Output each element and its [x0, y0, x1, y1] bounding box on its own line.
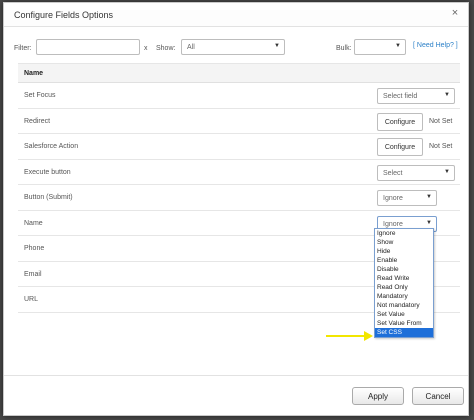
select-value: Ignore: [383, 220, 403, 228]
field-name: Name: [24, 219, 43, 227]
salesforce-configure-button[interactable]: Configure: [377, 138, 423, 156]
field-name: Salesforce Action: [24, 143, 79, 150]
clear-filter-icon[interactable]: x: [144, 45, 148, 52]
filter-bar: Filter: x Show: All ▼ Bulk: ▼ [ Need Hel…: [4, 37, 468, 59]
dropdown-option[interactable]: Not mandatory: [375, 301, 433, 310]
field-name: URL: [24, 296, 39, 303]
redirect-configure-button[interactable]: Configure: [377, 112, 423, 131]
filter-label: Filter:: [14, 45, 32, 52]
select-value: Ignore: [383, 195, 403, 202]
field-name: Button (Submit): [24, 194, 73, 201]
select-value: Select field: [383, 93, 418, 100]
field-name: Redirect: [24, 117, 51, 125]
dropdown-option[interactable]: Show: [375, 238, 433, 247]
table-row: Button (Submit) Ignore ▼: [18, 185, 460, 211]
action-dropdown-list: Ignore Show Hide Enable Disable Read Wri…: [374, 228, 434, 338]
arrow-right-icon: [326, 331, 373, 341]
filter-input[interactable]: [36, 39, 140, 55]
dropdown-option[interactable]: Hide: [375, 247, 433, 256]
caret-down-icon: ▼: [444, 168, 450, 175]
execute-button-select[interactable]: Select ▼: [377, 164, 455, 181]
button-submit-select[interactable]: Ignore ▼: [377, 190, 437, 206]
caret-down-icon: ▼: [426, 219, 432, 226]
status-text: Not Set: [429, 117, 453, 125]
dropdown-option[interactable]: Mandatory: [375, 292, 433, 301]
dropdown-option-selected[interactable]: Set CSS: [375, 328, 433, 337]
show-label: Show:: [156, 45, 176, 52]
dropdown-option[interactable]: Set Value From: [375, 319, 433, 328]
field-name: Set Focus: [24, 92, 56, 99]
configure-fields-dialog: Configure Fields Options × Filter: x Sho…: [3, 2, 469, 416]
close-icon[interactable]: ×: [448, 6, 462, 20]
dropdown-option[interactable]: Set Value: [375, 310, 433, 319]
show-select[interactable]: All ▼: [181, 39, 285, 55]
dropdown-option[interactable]: Disable: [375, 265, 433, 274]
field-name: Phone: [24, 245, 45, 252]
dropdown-option[interactable]: Enable: [375, 256, 433, 265]
table-row: Set Focus Select field ▼: [18, 83, 460, 109]
bulk-label: Bulk:: [336, 45, 352, 52]
status-text: Not Set: [429, 143, 453, 150]
dialog-footer: Apply Cancel: [4, 375, 468, 415]
caret-down-icon: ▼: [395, 43, 401, 49]
table-row: Salesforce Action Configure Not Set: [18, 134, 460, 160]
field-name: Execute button: [24, 168, 71, 176]
need-help-link[interactable]: [ Need Help? ]: [413, 42, 458, 49]
table-header-name: Name: [18, 63, 460, 83]
apply-button[interactable]: Apply: [352, 387, 404, 405]
caret-down-icon: ▼: [426, 194, 432, 200]
cancel-button[interactable]: Cancel: [412, 387, 464, 405]
field-name: Email: [24, 270, 42, 278]
dropdown-option[interactable]: Ignore: [375, 229, 433, 238]
set-focus-select[interactable]: Select field ▼: [377, 88, 455, 104]
bulk-select[interactable]: ▼: [354, 39, 406, 55]
dropdown-option[interactable]: Read Only: [375, 283, 433, 292]
select-value: Select: [383, 169, 403, 177]
table-row: Redirect Configure Not Set: [18, 109, 460, 134]
show-select-value: All: [187, 44, 195, 51]
dropdown-option[interactable]: Read Write: [375, 274, 433, 283]
dialog-titlebar: Configure Fields Options ×: [4, 3, 468, 27]
caret-down-icon: ▼: [274, 43, 280, 49]
caret-down-icon: ▼: [444, 92, 450, 98]
table-row: Execute button Select ▼: [18, 160, 460, 185]
dialog-title: Configure Fields Options: [14, 10, 114, 20]
